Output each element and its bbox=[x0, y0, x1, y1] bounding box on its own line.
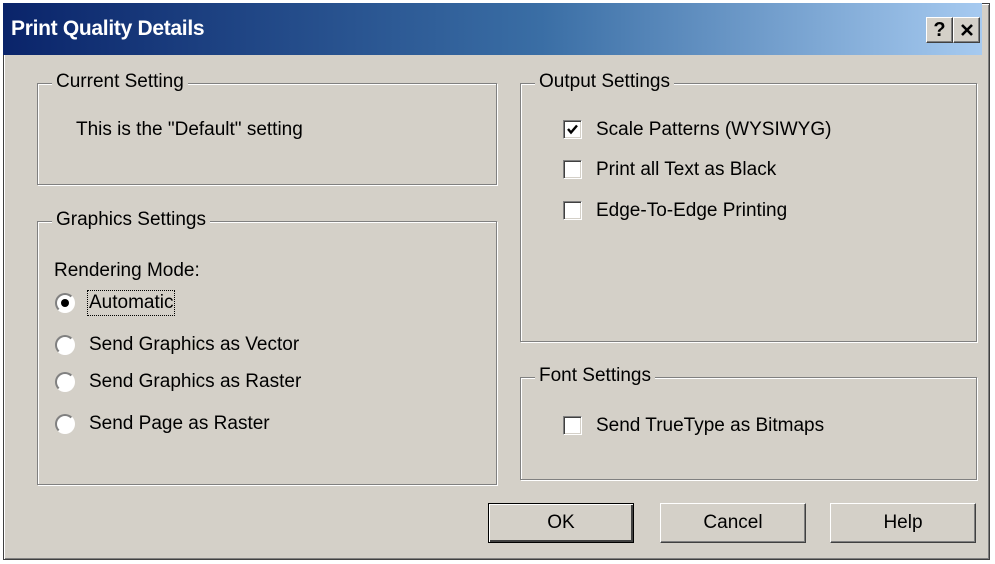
checkbox-label-scale-patterns[interactable]: Scale Patterns (WYSIWYG) bbox=[596, 119, 831, 141]
checkbox[interactable] bbox=[563, 160, 582, 179]
radio-label-page-raster[interactable]: Send Page as Raster bbox=[89, 413, 270, 435]
radio-label-automatic[interactable]: Automatic bbox=[86, 290, 176, 316]
close-icon bbox=[960, 24, 973, 36]
checkbox[interactable] bbox=[563, 201, 582, 220]
checkbox-label-edge-to-edge[interactable]: Edge-To-Edge Printing bbox=[596, 200, 787, 222]
radio-button[interactable] bbox=[55, 335, 75, 355]
graphics-settings-legend: Graphics Settings bbox=[52, 209, 210, 231]
font-settings-legend: Font Settings bbox=[535, 365, 655, 387]
radio-button[interactable] bbox=[55, 372, 75, 392]
help-dialog-button[interactable]: Help bbox=[830, 503, 976, 543]
ok-button[interactable]: OK bbox=[488, 503, 634, 543]
font-settings-group: Font Settings Send TrueType as Bitmaps bbox=[520, 365, 977, 480]
radio-button-selected[interactable] bbox=[55, 293, 75, 313]
window-title: Print Quality Details bbox=[11, 17, 205, 40]
checkmark-icon bbox=[567, 124, 578, 135]
checkbox-checked[interactable] bbox=[563, 120, 582, 139]
title-bar: Print Quality Details ? bbox=[3, 3, 982, 55]
output-settings-group: Output Settings Scale Patterns (WYSIWYG)… bbox=[520, 71, 977, 342]
graphics-settings-group: Graphics Settings Rendering Mode: Automa… bbox=[37, 209, 497, 485]
current-setting-group: Current Setting This is the "Default" se… bbox=[37, 71, 497, 185]
checkbox-label-print-text-black[interactable]: Print all Text as Black bbox=[596, 159, 776, 181]
output-settings-legend: Output Settings bbox=[535, 71, 674, 93]
cancel-button[interactable]: Cancel bbox=[660, 503, 806, 543]
question-mark-icon: ? bbox=[933, 19, 946, 41]
radio-label-vector[interactable]: Send Graphics as Vector bbox=[89, 334, 299, 356]
current-setting-text: This is the "Default" setting bbox=[76, 119, 303, 140]
rendering-mode-label: Rendering Mode: bbox=[54, 260, 200, 281]
checkbox-label-truetype-bitmaps[interactable]: Send TrueType as Bitmaps bbox=[596, 415, 824, 437]
current-setting-legend: Current Setting bbox=[52, 71, 188, 93]
radio-button[interactable] bbox=[55, 414, 75, 434]
checkbox[interactable] bbox=[563, 416, 582, 435]
help-button[interactable]: ? bbox=[926, 17, 953, 43]
close-button[interactable] bbox=[953, 17, 980, 43]
radio-label-raster[interactable]: Send Graphics as Raster bbox=[89, 371, 301, 393]
